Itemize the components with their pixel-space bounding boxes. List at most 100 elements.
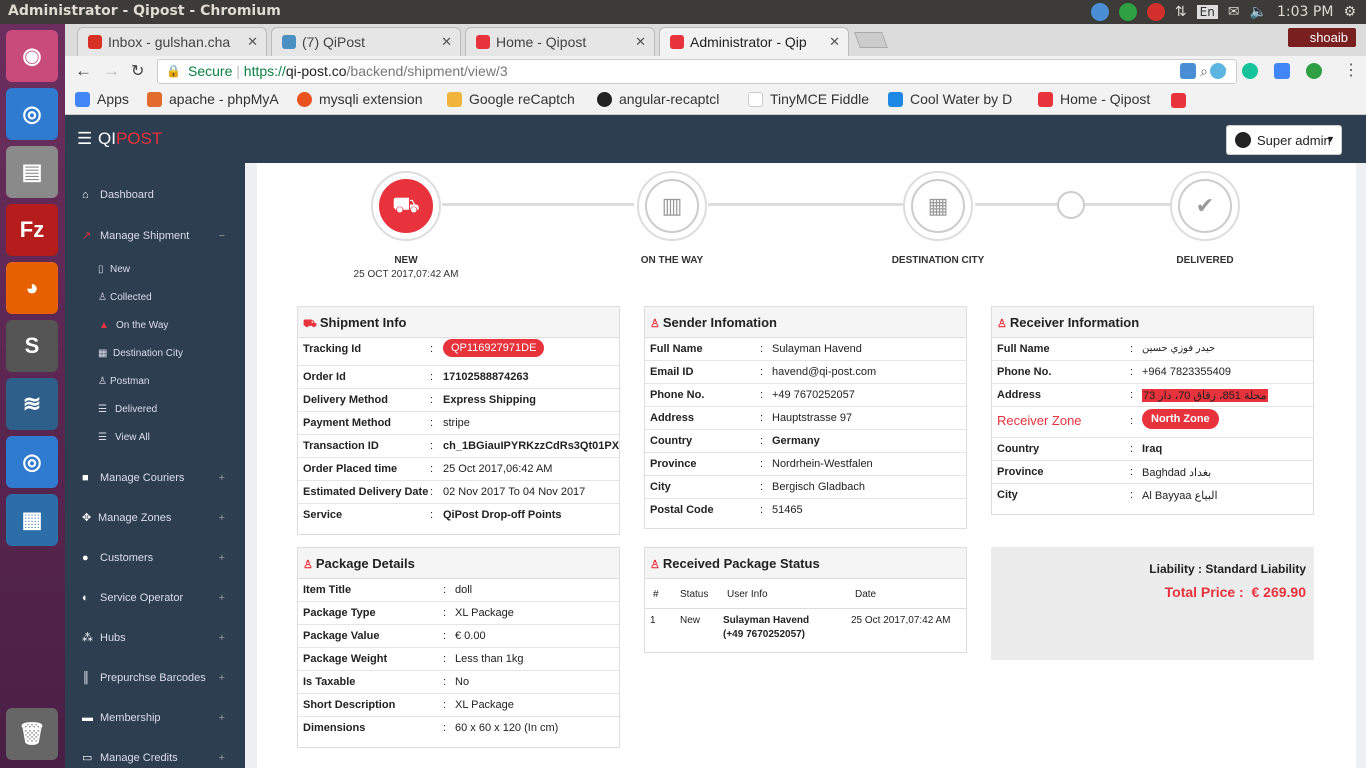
- expand-icon: +: [218, 592, 225, 604]
- row-value: QiPost Drop-off Points: [443, 509, 562, 521]
- step-delivered: ✔: [1170, 171, 1240, 241]
- list-icon: ☰: [98, 404, 107, 415]
- close-icon[interactable]: ✕: [829, 34, 840, 50]
- sidebar-sub-on-the-way[interactable]: ▲ On the Way: [65, 317, 245, 335]
- filezilla-icon[interactable]: Fz: [6, 204, 58, 256]
- bookmark-angular-recaptcha[interactable]: angular-recaptcl: [597, 91, 735, 107]
- sidebar-item-customers[interactable]: ● Customers +: [65, 548, 245, 568]
- row-key: Package Value: [303, 630, 380, 642]
- close-icon[interactable]: ✕: [635, 34, 646, 50]
- bookmark-tinymce[interactable]: TinyMCE Fiddle: [748, 91, 869, 107]
- step-label: ON THE WAY: [640, 255, 704, 266]
- sidebar-sub-destination-city[interactable]: ▦ Destination City: [65, 345, 245, 363]
- truck-icon: ⛟: [303, 318, 317, 330]
- close-icon[interactable]: ✕: [247, 34, 258, 50]
- sidebar-sub-new[interactable]: ▯ New: [65, 261, 245, 279]
- sidebar-item-manage-couriers[interactable]: ■ Manage Couriers +: [65, 468, 245, 488]
- stop-tray-icon[interactable]: [1146, 3, 1165, 21]
- sidebar-item-manage-credits[interactable]: ▭ Manage Credits +: [65, 748, 245, 768]
- hamburger-menu-icon[interactable]: ☰: [77, 129, 92, 149]
- mail-icon[interactable]: ✉: [1228, 4, 1240, 20]
- bookmark-apps[interactable]: Apps: [75, 91, 129, 107]
- sublime-text-icon[interactable]: S: [6, 320, 58, 372]
- account-dropdown[interactable]: Super admin ▼: [1226, 125, 1342, 155]
- row-value: ch_1BGiauIPYRKzzCdRs3Qt01PX: [443, 440, 620, 452]
- tab-home-qipost[interactable]: Home - Qipost ✕: [465, 27, 655, 56]
- firefox-icon[interactable]: ◕: [6, 262, 58, 314]
- tab-qipost-social[interactable]: (7) QiPost ✕: [271, 27, 461, 56]
- building-icon: ▦: [911, 179, 965, 233]
- sidebar-label: Manage Shipment: [100, 230, 190, 242]
- row-key: Package Type: [303, 607, 376, 619]
- sidebar-item-dashboard[interactable]: ⌂ Dashboard: [65, 185, 245, 205]
- robot-extension-icon[interactable]: [1210, 63, 1226, 79]
- bookmark-cool-water[interactable]: Cool Water by D: [888, 91, 1026, 107]
- bookmark-recaptcha[interactable]: Google reCaptch: [447, 91, 582, 107]
- sidebar-sub-postman[interactable]: ♙ Postman: [65, 373, 245, 391]
- back-icon[interactable]: ←: [75, 61, 92, 81]
- sidebar-sub-view-all[interactable]: ☰ View All: [65, 429, 245, 447]
- reload-icon[interactable]: ↻: [131, 61, 144, 81]
- forward-icon[interactable]: →: [103, 61, 120, 81]
- sidebar-sub-delivered[interactable]: ☰ Delivered: [65, 401, 245, 419]
- profile-chip[interactable]: shoaib: [1287, 28, 1356, 47]
- zoom-icon[interactable]: ⌕: [1200, 63, 1208, 80]
- hangouts-tray-icon[interactable]: [1118, 3, 1137, 21]
- user-search-icon: ◐: [82, 592, 89, 604]
- info-row: Short Description: XL Package: [298, 694, 619, 717]
- menu-kebab-icon[interactable]: ⋮: [1343, 60, 1359, 80]
- panel-title: ♙ Receiver Information: [992, 307, 1313, 338]
- panel-title: ♙ Sender Infomation: [645, 307, 966, 338]
- new-tab-button[interactable]: [854, 32, 888, 48]
- road-icon: ▲: [99, 320, 109, 331]
- sidebar-item-manage-zones[interactable]: ✥ Manage Zones +: [65, 508, 245, 528]
- receiver-info-panel: ♙ Receiver Information Full Name: حيدر فوز…: [991, 306, 1314, 515]
- grammarly-icon[interactable]: [1242, 63, 1258, 79]
- chrome-icon[interactable]: ◎: [6, 436, 58, 488]
- row-key: Order Placed time: [303, 463, 398, 475]
- progress-line: [442, 203, 634, 206]
- mysql-workbench-icon[interactable]: ≋: [6, 378, 58, 430]
- close-icon[interactable]: ✕: [441, 34, 452, 50]
- info-row: Service: QiPost Drop-off Points: [303, 509, 562, 521]
- bookmark-mysqli[interactable]: mysqli extension: [297, 91, 437, 107]
- sidebar-item-hubs[interactable]: ⁂ Hubs +: [65, 628, 245, 648]
- network-icon[interactable]: ⇅: [1175, 4, 1187, 20]
- truck-icon: ⛟: [379, 179, 433, 233]
- bookmark-phpmyadmin[interactable]: apache - phpMyA: [147, 91, 285, 107]
- libreoffice-writer-icon[interactable]: ▦: [6, 494, 58, 546]
- row-value: No: [455, 676, 470, 688]
- chromium-icon[interactable]: ◎: [6, 88, 58, 140]
- sidebar-item-service-operator[interactable]: ◐ Service Operator +: [65, 588, 245, 608]
- qipost-favicon-icon[interactable]: [1171, 93, 1186, 108]
- hangouts-icon[interactable]: [1306, 63, 1322, 79]
- collapse-icon: −: [218, 230, 225, 242]
- translate-icon[interactable]: [1274, 63, 1290, 79]
- info-row: Country: Germany: [645, 430, 966, 453]
- tab-administrator[interactable]: Administrator - Qip ✕: [659, 27, 849, 56]
- keyboard-language[interactable]: En: [1196, 5, 1218, 19]
- clock[interactable]: 1:03 PM: [1277, 4, 1333, 20]
- settings-gear-icon[interactable]: ⚙: [1343, 4, 1356, 20]
- bookmark-home-qipost[interactable]: Home - Qipost: [1038, 91, 1150, 107]
- extension-icon[interactable]: [1180, 63, 1196, 79]
- brand-logo[interactable]: QIPOST: [98, 129, 162, 149]
- bookmark-label: angular-recaptcl: [619, 91, 720, 107]
- secure-label: Secure: [188, 63, 233, 79]
- expand-icon: +: [218, 632, 225, 644]
- sidebar-item-membership[interactable]: ▬ Membership +: [65, 708, 245, 728]
- window-title: Administrator - Qipost - Chromium: [8, 3, 281, 19]
- panel-title-text: Sender Infomation: [662, 315, 777, 330]
- volume-icon[interactable]: 🔈: [1250, 4, 1267, 20]
- trash-icon[interactable]: 🗑: [6, 708, 58, 760]
- address-bar[interactable]: 🔒 Secure | https://qi-post.co/backend/sh…: [157, 59, 1237, 84]
- file-cabinet-icon[interactable]: ▤: [6, 146, 58, 198]
- feather-icon: [147, 92, 162, 107]
- chromium-tray-icon[interactable]: [1090, 3, 1109, 21]
- sidebar-sub-collected[interactable]: ♙ Collected: [65, 289, 245, 307]
- profile-name: shoaib: [1309, 30, 1348, 45]
- sidebar-item-manage-shipment[interactable]: ↗ Manage Shipment −: [65, 226, 245, 246]
- ubuntu-dash-icon[interactable]: ◉: [6, 30, 58, 82]
- sidebar-item-prepurchase-barcodes[interactable]: ║ Prepurchse Barcodes +: [65, 668, 245, 688]
- tab-inbox[interactable]: Inbox - gulshan.cha ✕: [77, 27, 267, 56]
